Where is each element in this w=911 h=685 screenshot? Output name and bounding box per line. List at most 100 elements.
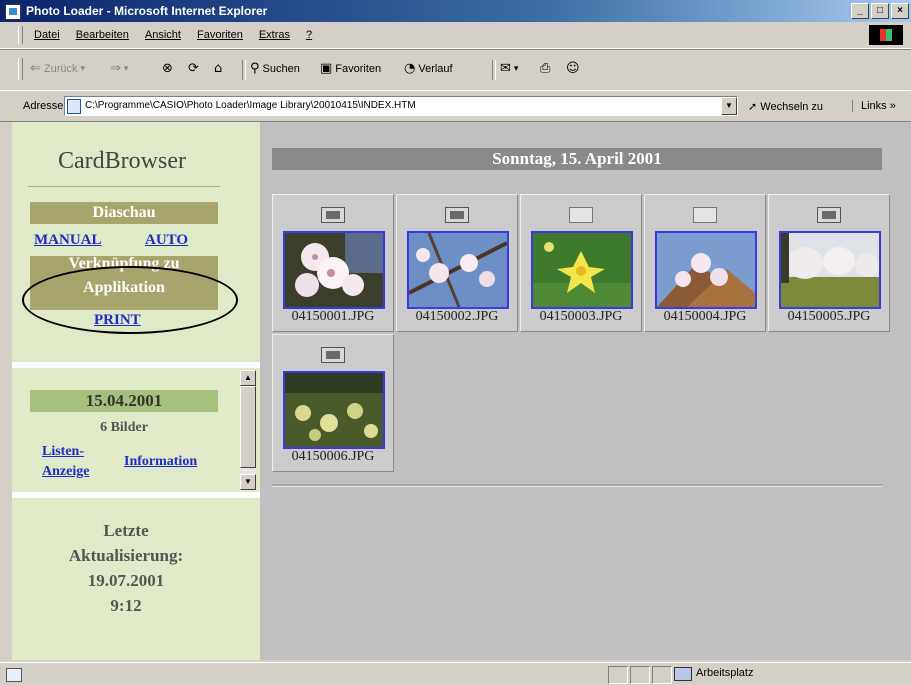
selection-checkbox[interactable] — [569, 207, 593, 223]
minimize-button[interactable]: _ — [851, 3, 869, 19]
chevron-down-icon: ▾ — [80, 63, 86, 74]
page-status-icon — [6, 668, 22, 682]
title-divider — [28, 186, 220, 187]
update-line1: Letzte — [103, 521, 149, 540]
menu-grip[interactable] — [18, 26, 23, 44]
cardbrowser-title: CardBrowser — [58, 148, 186, 174]
print-link[interactable]: PRINT — [94, 312, 141, 329]
information-link[interactable]: Information — [124, 454, 197, 470]
computer-icon — [674, 667, 692, 681]
status-pane — [630, 666, 650, 684]
address-dropdown-button[interactable]: ▼ — [721, 97, 737, 115]
menu-datei[interactable]: Datei — [34, 29, 60, 41]
home-icon: ⌂ — [214, 61, 223, 76]
image-count: 6 Bilder — [100, 420, 148, 435]
search-icon: ⚲ — [250, 61, 260, 76]
navigation-panel: CardBrowser Diaschau MANUAL AUTO Verknüp… — [12, 122, 260, 362]
photo-thumbnail[interactable] — [655, 231, 757, 309]
ie-app-icon[interactable] — [5, 4, 21, 20]
app-link-header-line2: Applikation — [83, 279, 165, 296]
menu-bearbeiten[interactable]: Bearbeiten — [76, 29, 129, 41]
photo-thumbnail[interactable] — [779, 231, 881, 309]
menu-help[interactable]: ? — [306, 29, 312, 41]
windows-logo-icon — [869, 25, 903, 45]
day-header: Sonntag, 15. April 2001 — [272, 148, 882, 170]
standard-toolbar: ⇐ Zurück ▾ ⇒ ▾ ⊗ ⟳ ⌂ ⚲ Suchen ▣ Favorite… — [0, 49, 911, 90]
history-icon: ◔ — [404, 61, 416, 76]
back-button[interactable]: ⇐ Zurück ▾ — [30, 61, 85, 76]
mail-button[interactable]: ✉ ▾ — [500, 61, 518, 76]
links-button[interactable]: Links » — [852, 100, 896, 112]
selection-checkbox[interactable] — [445, 207, 469, 223]
list-view-line2: Anzeige — [42, 464, 90, 479]
list-view-line1: Listen- — [42, 444, 84, 459]
scroll-up-button[interactable]: ▲ — [240, 370, 256, 386]
close-button[interactable]: × — [891, 3, 909, 19]
toolbar-grip[interactable] — [18, 58, 23, 80]
menu-ansicht[interactable]: Ansicht — [145, 29, 181, 41]
photo-thumbnail[interactable] — [531, 231, 633, 309]
date-panel: 15.04.2001 6 Bilder Listen- Anzeige Info… — [12, 370, 260, 492]
left-frame: CardBrowser Diaschau MANUAL AUTO Verknüp… — [12, 122, 260, 660]
date-panel-scrollbar[interactable]: ▲ ▼ — [240, 370, 256, 490]
print-button[interactable]: ⎙ — [540, 61, 550, 76]
list-view-link[interactable]: Listen- Anzeige — [42, 442, 89, 482]
status-pane — [608, 666, 628, 684]
window-title: Photo Loader - Microsoft Internet Explor… — [26, 4, 268, 18]
thumbnail-cell: 04150006.JPG — [272, 334, 394, 472]
scroll-thumb[interactable] — [240, 386, 256, 468]
toolbar-separator — [492, 60, 496, 80]
forward-button[interactable]: ⇒ ▾ — [110, 61, 128, 76]
photo-filename: 04150002.JPG — [415, 309, 499, 324]
selection-checkbox[interactable] — [817, 207, 841, 223]
photo-filename: 04150006.JPG — [291, 449, 375, 464]
history-button[interactable]: ◔ Verlauf — [404, 61, 453, 76]
photo-thumbnail[interactable] — [283, 371, 385, 449]
favorites-button[interactable]: ▣ Favoriten — [320, 61, 381, 76]
selection-checkbox[interactable] — [321, 207, 345, 223]
manual-link[interactable]: MANUAL — [34, 232, 102, 249]
go-button[interactable]: ➚ Wechseln zu — [748, 100, 823, 113]
photo-filename: 04150005.JPG — [787, 309, 871, 324]
photo-filename: 04150001.JPG — [291, 309, 375, 324]
home-button[interactable]: ⌂ — [214, 61, 222, 76]
search-label: Suchen — [262, 62, 300, 75]
update-panel: Letzte Aktualisierung: 19.07.2001 9:12 — [12, 498, 260, 660]
selection-checkbox[interactable] — [321, 347, 345, 363]
back-label: Zurück — [43, 62, 78, 75]
person-icon: ☺ — [566, 61, 580, 76]
security-zone-label: Arbeitsplatz — [696, 667, 754, 679]
photo-thumbnail[interactable] — [283, 231, 385, 309]
favorites-icon: ▣ — [320, 61, 333, 76]
page-icon — [67, 99, 81, 114]
history-label: Verlauf — [418, 62, 453, 75]
search-button[interactable]: ⚲ Suchen — [250, 61, 300, 76]
auto-link[interactable]: AUTO — [145, 232, 188, 249]
address-label: Adresse — [23, 100, 64, 112]
thumbnail-cell: 04150002.JPG — [396, 194, 518, 332]
date-label: 15.04.2001 — [30, 390, 218, 412]
menu-favoriten[interactable]: Favoriten — [197, 29, 243, 41]
printer-icon: ⎙ — [540, 61, 551, 76]
title-bar: Photo Loader - Microsoft Internet Explor… — [0, 0, 911, 22]
toolbar-separator — [242, 60, 246, 80]
refresh-button[interactable]: ⟳ — [188, 61, 199, 76]
menu-extras[interactable]: Extras — [259, 29, 290, 41]
photo-thumbnail[interactable] — [407, 231, 509, 309]
chevron-down-icon: ▾ — [513, 63, 519, 74]
messenger-button[interactable]: ☺ — [566, 61, 580, 76]
thumbnail-cell: 04150001.JPG — [272, 194, 394, 332]
maximize-button[interactable]: □ — [871, 3, 889, 19]
selection-checkbox[interactable] — [693, 207, 717, 223]
application-link-header: Verknüpfung zu Applikation — [30, 256, 218, 310]
thumbnail-grid: 04150001.JPG 04150002.JPG 04150003.JPG 0… — [272, 194, 890, 478]
stop-button[interactable]: ⊗ — [162, 61, 173, 76]
update-date: 19.07.2001 — [87, 571, 165, 590]
go-label: Wechseln zu — [760, 101, 824, 113]
address-input[interactable]: C:\Programme\CASIO\Photo Loader\Image Li… — [64, 96, 738, 116]
scroll-down-button[interactable]: ▼ — [240, 474, 256, 490]
right-frame: Sonntag, 15. April 2001 04150001.JPG 041… — [260, 122, 911, 660]
update-time: 9:12 — [110, 596, 142, 615]
grid-bottom-rule — [272, 484, 882, 487]
favorites-label: Favoriten — [335, 62, 382, 75]
